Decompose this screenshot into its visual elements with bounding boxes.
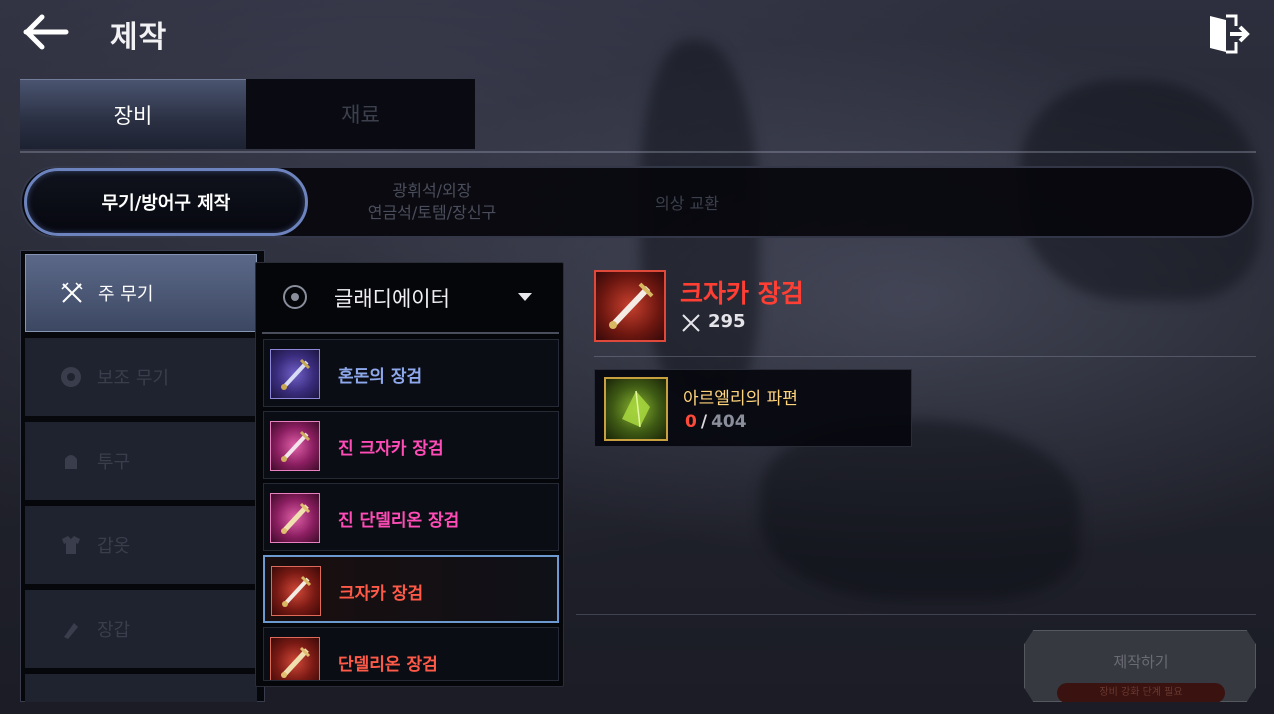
divider [594, 356, 1256, 357]
sword-icon [270, 637, 320, 680]
radio-icon [283, 285, 307, 309]
list-item[interactable]: 진 단델리온 장검 [263, 483, 559, 551]
item-name: 크자카 장검 [339, 584, 424, 604]
material-card[interactable]: 아르엘리의 파편 0/404 [594, 369, 912, 447]
material-name: 아르엘리의 파편 [683, 389, 798, 409]
divider [576, 614, 1256, 615]
attack-power-value: 295 [708, 311, 746, 332]
sub-tab-costume-exchange[interactable]: 의상 교환 [582, 168, 792, 236]
sword-icon [270, 421, 320, 471]
sword-icon [270, 349, 320, 399]
item-name: 진 단델리온 장검 [338, 511, 460, 531]
divider [262, 332, 559, 334]
category-gloves[interactable]: 장갑 [25, 590, 257, 668]
crossed-swords-icon [682, 314, 700, 332]
arrow-left-icon [23, 14, 69, 50]
sword-icon [271, 566, 321, 616]
category-label: 주 무기 [98, 284, 154, 305]
sub-tab-label-line1: 광휘석/외장 [392, 181, 472, 200]
crystal-shard-icon [604, 377, 668, 441]
armor-icon [62, 536, 80, 554]
category-sub-weapon[interactable]: 보조 무기 [25, 338, 257, 416]
list-item[interactable]: 진 크자카 장검 [263, 411, 559, 479]
helmet-icon [65, 455, 77, 469]
exit-button[interactable] [1206, 12, 1250, 56]
category-helmet[interactable]: 투구 [25, 422, 257, 500]
material-separator: / [700, 412, 708, 432]
list-item[interactable]: 혼돈의 장검 [263, 339, 559, 407]
category-main-weapon[interactable]: 주 무기 [25, 254, 257, 332]
tab-materials[interactable]: 재료 [246, 79, 475, 149]
category-label: 투구 [97, 452, 131, 473]
material-have: 0 [685, 412, 697, 432]
craft-requirement-badge: 장비 강화 단계 필요 [1057, 683, 1225, 702]
crossed-swords-icon [61, 282, 83, 303]
header: 제작 [0, 0, 1274, 64]
sub-tab-label-line2: 연금석/토템/장신구 [367, 203, 497, 222]
item-name: 혼돈의 장검 [338, 367, 423, 387]
category-list: 주 무기 보조 무기 투구 갑옷 장갑 [20, 250, 265, 702]
class-dropdown[interactable]: 글래디에이터 [256, 263, 563, 331]
page-title: 제작 [110, 20, 168, 55]
craft-button[interactable]: 제작하기 장비 강화 단계 필요 [1024, 630, 1256, 702]
material-need: 404 [711, 412, 747, 432]
background-rock [760, 420, 1080, 600]
item-name: 진 크자카 장검 [338, 439, 444, 459]
selected-item-icon [594, 270, 666, 342]
sub-tab-accessories[interactable]: 광휘석/외장 연금석/토템/장신구 [322, 168, 542, 236]
category-label: 갑옷 [97, 536, 131, 557]
tab-equipment[interactable]: 장비 [20, 79, 246, 149]
list-item-selected[interactable]: 크자카 장검 [263, 555, 559, 623]
sub-tab-bar: 무기/방어구 제작 광휘석/외장 연금석/토템/장신구 의상 교환 [20, 166, 1254, 238]
chevron-down-icon [518, 293, 532, 301]
category-more[interactable] [25, 674, 257, 702]
tabs-divider [20, 151, 1256, 153]
category-label: 장갑 [97, 620, 131, 641]
class-dropdown-value: 글래디에이터 [334, 287, 450, 311]
back-button[interactable] [22, 12, 70, 52]
main-tabs: 장비 재료 [20, 79, 475, 149]
sub-tab-weapon-armor[interactable]: 무기/방어구 제작 [24, 168, 308, 236]
sword-icon [270, 493, 320, 543]
material-count: 0/404 [685, 412, 747, 432]
craft-button-label: 제작하기 [1113, 653, 1169, 671]
category-armor[interactable]: 갑옷 [25, 506, 257, 584]
shield-icon [61, 367, 81, 387]
item-list-panel: 글래디에이터 혼돈의 장검 진 크자카 장검 진 단델리온 장검 크자카 장검 … [255, 262, 564, 687]
category-label: 보조 무기 [97, 368, 169, 389]
exit-door-icon [1210, 14, 1250, 54]
selected-item-name: 크자카 장검 [680, 279, 804, 308]
list-item[interactable]: 단델리온 장검 [263, 627, 559, 681]
glove-icon [64, 623, 78, 639]
item-name: 단델리온 장검 [338, 655, 438, 675]
